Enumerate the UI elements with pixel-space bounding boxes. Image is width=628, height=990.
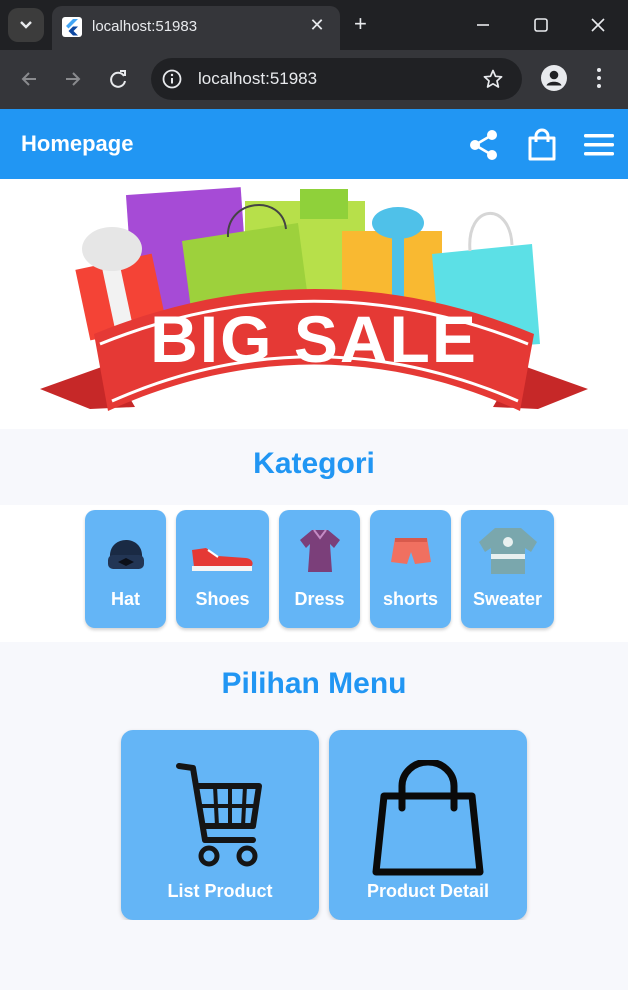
category-card-dress[interactable]: Dress xyxy=(279,510,360,628)
list-product-label: List Product xyxy=(167,881,273,901)
hat-icon xyxy=(107,540,144,569)
cart-icon xyxy=(176,763,262,867)
category-label: shorts xyxy=(382,589,438,609)
forward-arrow-icon[interactable] xyxy=(58,64,88,94)
sweater-icon xyxy=(478,528,537,574)
browser-tab[interactable]: localhost:51983 ✕ xyxy=(52,6,340,50)
shopping-bag-icon xyxy=(372,760,484,876)
new-tab-button[interactable]: + xyxy=(354,13,367,35)
back-arrow-icon[interactable] xyxy=(14,64,44,94)
page-title: Homepage xyxy=(21,131,134,156)
site-info-icon[interactable] xyxy=(161,68,183,90)
browser-window: localhost:51983 ✕ + localhost:51983 Home… xyxy=(0,0,628,990)
category-row: Hat Shoes Dress shorts Sweater xyxy=(0,505,628,642)
menu-title: Pilihan Menu xyxy=(0,642,628,730)
banner-text: BIG SALE xyxy=(150,302,478,376)
bookmark-star-icon[interactable] xyxy=(482,68,504,90)
category-card-hat[interactable]: Hat xyxy=(85,510,166,628)
category-label: Shoes xyxy=(195,589,250,609)
product-detail-card[interactable]: Product Detail xyxy=(329,730,527,920)
address-bar[interactable]: localhost:51983 xyxy=(151,58,522,100)
shoes-icon xyxy=(191,548,253,571)
big-sale-banner: BIG SALE xyxy=(0,179,628,429)
minimize-icon[interactable] xyxy=(470,12,496,38)
category-label: Dress xyxy=(294,589,345,609)
category-card-shoes[interactable]: Shoes xyxy=(176,510,269,628)
app-bar: Homepage xyxy=(0,109,628,179)
list-product-card[interactable]: List Product xyxy=(121,730,319,920)
close-window-icon[interactable] xyxy=(585,12,611,38)
flutter-favicon-icon xyxy=(62,17,82,37)
profile-avatar-icon[interactable] xyxy=(541,65,567,91)
category-card-shorts[interactable]: shorts xyxy=(370,510,451,628)
kategori-title: Kategori xyxy=(0,429,628,505)
shopping-bag-icon[interactable] xyxy=(525,128,559,162)
category-label: Sweater xyxy=(472,589,543,609)
close-tab-icon[interactable]: ✕ xyxy=(306,14,328,36)
tab-search-button[interactable] xyxy=(8,8,44,42)
browser-toolbar: localhost:51983 xyxy=(0,50,628,109)
maximize-icon[interactable] xyxy=(528,12,554,38)
sale-banner-illustration: BIG SALE xyxy=(40,187,588,411)
url-text: localhost:51983 xyxy=(198,69,318,88)
tab-title: localhost:51983 xyxy=(92,18,198,35)
chevron-down-icon xyxy=(20,21,32,29)
hamburger-menu-icon[interactable] xyxy=(582,128,616,162)
category-card-sweater[interactable]: Sweater xyxy=(461,510,554,628)
reload-icon[interactable] xyxy=(103,64,133,94)
share-icon[interactable] xyxy=(467,128,501,162)
dress-icon xyxy=(299,529,340,572)
shorts-icon xyxy=(390,538,431,564)
tab-strip: localhost:51983 ✕ + xyxy=(0,0,628,50)
browser-menu-icon[interactable] xyxy=(596,67,602,89)
page-bottom-area xyxy=(0,920,628,990)
category-label: Hat xyxy=(110,589,140,609)
product-detail-label: Product Detail xyxy=(366,881,490,901)
